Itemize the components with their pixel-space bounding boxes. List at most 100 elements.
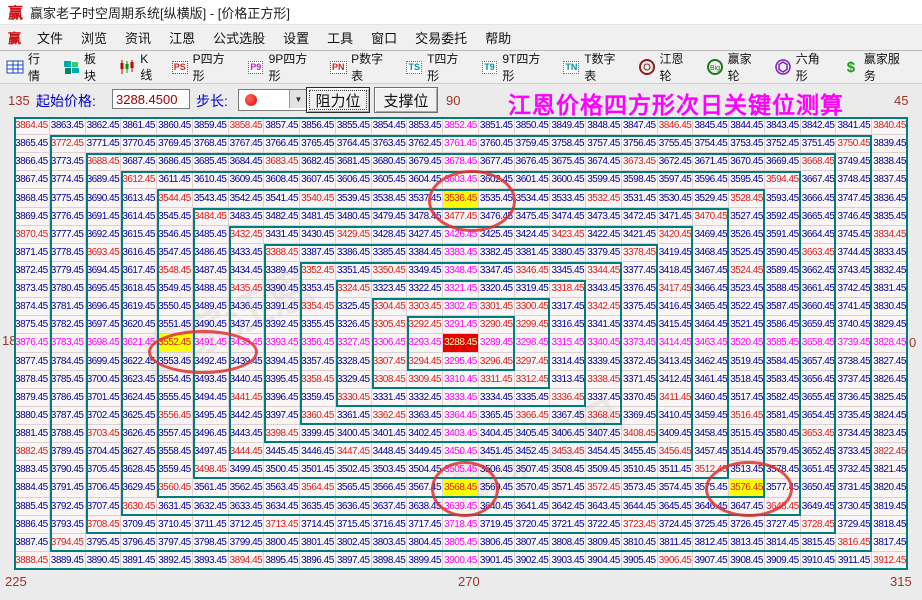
- grid-cell: 3771.45: [86, 135, 122, 153]
- grid-cell: 3726.45: [729, 516, 765, 534]
- grid-cell: 3517.45: [729, 389, 765, 407]
- grid-cell: 3692.45: [86, 226, 122, 244]
- grid-cell: 3326.45: [336, 316, 372, 334]
- toolbar-item[interactable]: PSP四方形: [171, 50, 236, 84]
- grid-cell: 3816.45: [836, 534, 872, 552]
- grid-cell: 3858.45: [229, 117, 265, 135]
- grid-cell: 3555.45: [157, 389, 193, 407]
- grid-cell: 3347.45: [479, 262, 515, 280]
- toolbar-item[interactable]: 行情: [6, 50, 51, 84]
- menu-item[interactable]: 公式选股: [204, 28, 274, 47]
- toolbar-item-label: 赢家服务: [864, 50, 911, 84]
- grid-cell: 3606.45: [336, 171, 372, 189]
- grid-cell: 3384.45: [407, 244, 443, 262]
- toolbar-item[interactable]: PNP数字表: [329, 50, 394, 84]
- grid-cell: 3826.45: [872, 371, 908, 389]
- toolbar-item[interactable]: P99P四方形: [247, 50, 319, 84]
- toolbar-item[interactable]: T99T四方形: [481, 50, 552, 84]
- grid-cell: 3909.45: [765, 552, 801, 570]
- grid-cell: 3751.45: [801, 135, 837, 153]
- grid-cell: 3750.45: [836, 135, 872, 153]
- grid-cell: 3628.45: [121, 461, 157, 479]
- grid-cell: 3797.45: [157, 534, 193, 552]
- toolbar-item[interactable]: 板块: [62, 50, 107, 84]
- grid-cell: 3537.45: [407, 189, 443, 207]
- start-price-input[interactable]: [112, 89, 190, 109]
- key-level-cell: 3568.45: [443, 479, 479, 497]
- menu-item[interactable]: 工具: [318, 28, 362, 47]
- grid-cell: 3523.45: [729, 280, 765, 298]
- grid-cell: 3414.45: [658, 334, 694, 352]
- grid-cell: 3845.45: [693, 117, 729, 135]
- grid-cell: 3413.45: [658, 353, 694, 371]
- resistance-button[interactable]: 阻力位: [306, 87, 370, 113]
- toolbar-item[interactable]: Big赢家轮: [706, 50, 763, 84]
- grid-cell: 3682.45: [300, 153, 336, 171]
- menu-item[interactable]: 江恩: [160, 28, 204, 47]
- grid-cell: 3632.45: [193, 498, 229, 516]
- support-button[interactable]: 支撑位: [374, 87, 438, 113]
- menu-item[interactable]: 窗口: [362, 28, 406, 47]
- grid-cell: 3328.45: [336, 353, 372, 371]
- toolbar-item[interactable]: $赢家服务: [842, 50, 911, 84]
- chevron-down-icon[interactable]: ▼: [289, 90, 307, 108]
- grid-cell: 3721.45: [550, 516, 586, 534]
- toolbar-item[interactable]: 六角形: [774, 50, 831, 84]
- grid-cell: 3353.45: [300, 280, 336, 298]
- menu-item[interactable]: 文件: [28, 28, 72, 47]
- start-price-label: 起始价格:: [36, 91, 96, 111]
- toolbar-item[interactable]: TST四方形: [405, 50, 469, 84]
- grid-cell: 3369.45: [622, 407, 658, 425]
- grid-cell: 3344.45: [586, 262, 622, 280]
- grid-cell: 3635.45: [300, 498, 336, 516]
- grid-cell: 3553.45: [157, 353, 193, 371]
- grid-cell: 3853.45: [407, 117, 443, 135]
- grid-cell: 3290.45: [479, 316, 515, 334]
- grid-cell: 3755.45: [658, 135, 694, 153]
- grid-cell: 3640.45: [479, 498, 515, 516]
- toolbar-item[interactable]: K线: [119, 52, 160, 83]
- grid-cell: 3865.45: [14, 135, 50, 153]
- grid-cell: 3827.45: [872, 353, 908, 371]
- toolbar-item-label: T四方形: [427, 50, 470, 84]
- menu-item[interactable]: 帮助: [476, 28, 520, 47]
- grid-cell: 3564.45: [300, 479, 336, 497]
- grid-cell: 3895.45: [264, 552, 300, 570]
- menu-item[interactable]: 交易委托: [406, 28, 476, 47]
- menu-item[interactable]: 浏览: [72, 28, 116, 47]
- grid-cell: 3342.45: [586, 298, 622, 316]
- price-grid: 3864.453863.453862.453861.453860.453859.…: [14, 117, 908, 570]
- grid-cell: 3912.45: [872, 552, 908, 570]
- grid-cell: 3570.45: [515, 479, 551, 497]
- menu-item[interactable]: 资讯: [116, 28, 160, 47]
- angle-label-45: 45: [894, 93, 908, 108]
- grid-cell: 3732.45: [836, 461, 872, 479]
- t9-badge-icon: T9: [481, 59, 499, 75]
- grid-cell: 3494.45: [193, 389, 229, 407]
- menu-item[interactable]: 设置: [274, 28, 318, 47]
- grid-cell: 3717.45: [407, 516, 443, 534]
- grid-cell: 3410.45: [658, 407, 694, 425]
- grid-cell: 3850.45: [515, 117, 551, 135]
- grid-cell: 3345.45: [550, 262, 586, 280]
- grid-cell: 3404.45: [479, 425, 515, 443]
- toolbar-item[interactable]: 江恩轮: [638, 50, 695, 84]
- grid-cell: 3489.45: [193, 298, 229, 316]
- grid-cell: 3638.45: [407, 498, 443, 516]
- grid-cell: 3634.45: [264, 498, 300, 516]
- grid-cell: 3625.45: [121, 407, 157, 425]
- kline-icon: [119, 59, 137, 75]
- grid-cell: 3368.45: [586, 407, 622, 425]
- grid-cell: 3595.45: [729, 171, 765, 189]
- grid-cell: 3689.45: [86, 171, 122, 189]
- grid-cell: 3648.45: [765, 498, 801, 516]
- toolbar-item[interactable]: TNT数字表: [563, 50, 627, 84]
- grid-cell: 3662.45: [801, 262, 837, 280]
- grid-cell: 3514.45: [729, 443, 765, 461]
- grid-cell: 3712.45: [229, 516, 265, 534]
- grid-cell: 3471.45: [658, 208, 694, 226]
- angle-label-90: 90: [446, 93, 460, 108]
- grid-cell: 3697.45: [86, 316, 122, 334]
- grid-cell: 3649.45: [801, 498, 837, 516]
- step-combobox[interactable]: ▼: [238, 89, 308, 111]
